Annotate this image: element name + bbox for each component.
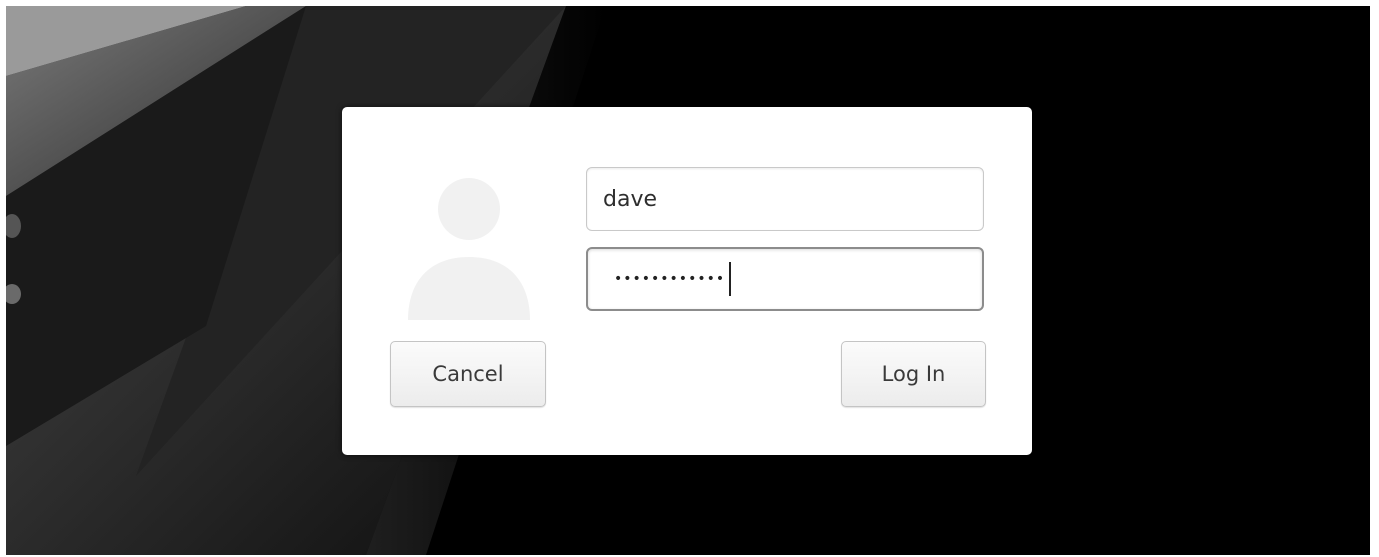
user-avatar-icon [408,178,530,320]
password-mask: •••••••••••• [614,271,726,287]
log-in-button[interactable]: Log In [841,341,986,407]
username-field[interactable]: dave [586,167,984,231]
log-in-button-label: Log In [881,362,946,386]
text-cursor [729,262,732,296]
cancel-button[interactable]: Cancel [390,341,546,407]
login-screen: dave •••••••••••• Cancel Log In [6,6,1370,555]
password-field[interactable]: •••••••••••• [586,247,984,311]
login-dialog: dave •••••••••••• Cancel Log In [342,107,1032,455]
cancel-button-label: Cancel [432,362,504,386]
username-value: dave [603,186,658,212]
